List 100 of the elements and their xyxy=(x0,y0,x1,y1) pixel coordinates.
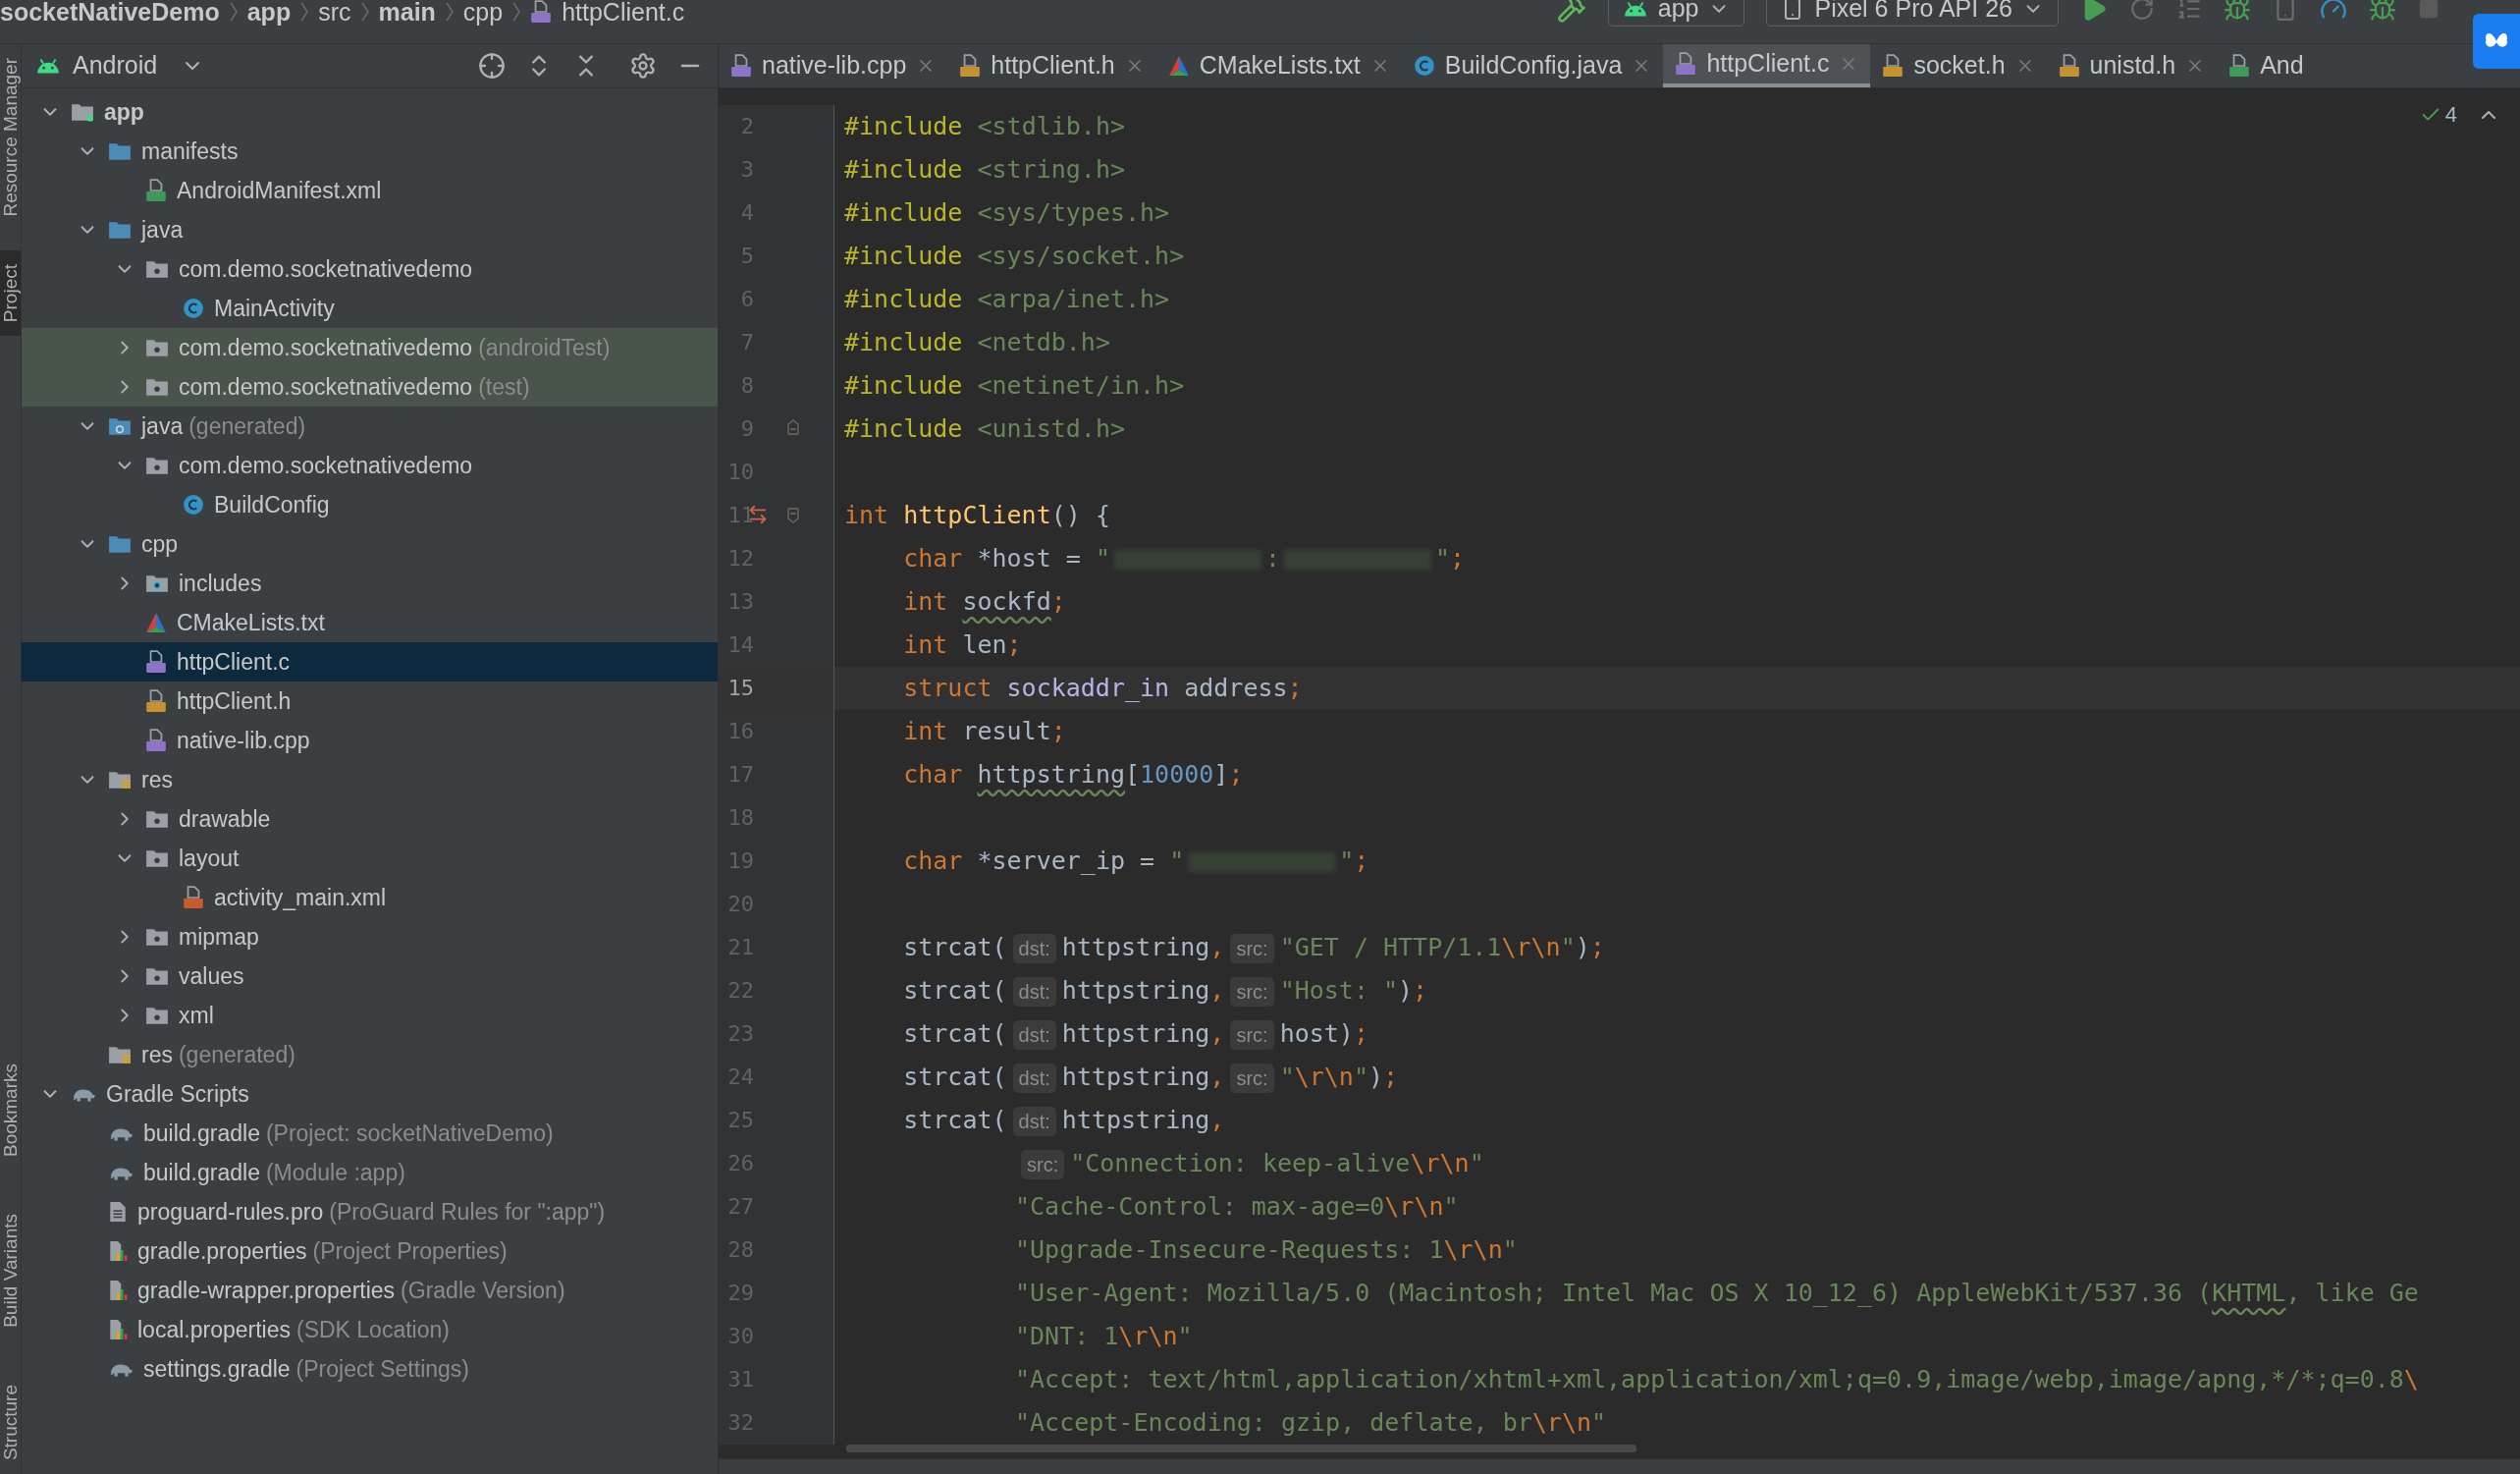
breadcrumb-item[interactable]: httpClient.c xyxy=(562,0,685,26)
tree-item[interactable]: com.demo.socketnativedemo (androidTest) xyxy=(22,328,718,367)
editor-tab[interactable]: httpClient.c xyxy=(1663,44,1871,87)
folder-icon xyxy=(145,338,169,357)
source-file-icon xyxy=(145,729,167,752)
tree-item[interactable]: local.properties (SDK Location) xyxy=(22,1310,718,1349)
tree-item[interactable]: CMakeLists.txt xyxy=(22,603,718,642)
tree-item[interactable]: BuildConfig xyxy=(22,485,718,524)
tree-item[interactable]: activity_main.xml xyxy=(22,878,718,917)
tree-item[interactable]: values xyxy=(22,956,718,996)
fold-marker-icon[interactable] xyxy=(787,507,799,524)
tree-item[interactable]: com.demo.socketnativedemo xyxy=(22,446,718,485)
code-line: strcat( dst: httpstring, src: "GET / HTTP/1.1\r\n"); xyxy=(902,932,1605,965)
class-icon xyxy=(183,494,204,516)
tree-item[interactable]: mipmap xyxy=(22,917,718,956)
code-line: #include <stdlib.h> xyxy=(843,111,1125,142)
tree-item[interactable]: MainActivity xyxy=(22,289,718,328)
source-file-icon xyxy=(530,0,553,24)
tree-label: java xyxy=(141,215,184,245)
breadcrumb-item[interactable]: cpp xyxy=(462,0,504,26)
tool-window-tab[interactable]: Resource Manager xyxy=(0,44,21,231)
parameter-hint: src: xyxy=(1021,1150,1065,1179)
build-icon[interactable] xyxy=(1556,0,1586,24)
tree-item[interactable]: AndroidManifest.xml xyxy=(22,171,718,210)
code-line: int httpClient() { xyxy=(843,500,1110,531)
properties-icon xyxy=(108,1280,128,1301)
tree-label: xml xyxy=(179,1001,214,1030)
editor-tab[interactable]: BuildConfig.java xyxy=(1401,44,1664,87)
tree-item[interactable]: java xyxy=(22,210,718,249)
tree-item[interactable]: java (generated) xyxy=(22,407,718,446)
parameter-hint: dst: xyxy=(1012,1064,1056,1093)
tree-item[interactable]: app xyxy=(22,92,718,132)
tree-item[interactable]: layout xyxy=(22,839,718,878)
fold-marker-icon[interactable] xyxy=(787,418,799,436)
breadcrumb-item[interactable]: app xyxy=(246,0,292,26)
code-line: strcat( dst: httpstring, xyxy=(902,1105,1225,1138)
parameter-hint: src: xyxy=(1230,934,1274,963)
breadcrumb-item[interactable]: main xyxy=(378,0,436,26)
tree-item[interactable]: build.gradle (Module :app) xyxy=(22,1153,718,1192)
tree-label: httpClient.c xyxy=(177,647,291,677)
tool-window-tab[interactable]: Bookmarks xyxy=(0,1050,21,1172)
source-file-icon xyxy=(145,650,167,674)
code-line: struct sockaddr_in address; xyxy=(902,673,1303,704)
horizontal-scrollbar[interactable] xyxy=(846,1445,1636,1453)
tree-item[interactable]: settings.gradle (Project Settings) xyxy=(22,1349,718,1389)
tree-item[interactable]: gradle-wrapper.properties (Gradle Version) xyxy=(22,1271,718,1310)
editor-tab[interactable]: socket.h xyxy=(1870,44,2047,87)
folder-icon xyxy=(145,927,169,947)
editor-tab[interactable]: native-lib.cpp xyxy=(719,44,948,87)
parameter-hint: src: xyxy=(1230,1064,1274,1093)
tree-label: cpp xyxy=(141,529,179,559)
locate-icon[interactable] xyxy=(478,52,506,80)
breadcrumb-item[interactable]: src xyxy=(318,0,351,26)
tree-item[interactable]: res xyxy=(22,760,718,799)
editor-tab[interactable]: httpClient.h xyxy=(947,44,1156,87)
attach-debugger-icon[interactable] xyxy=(2369,0,2396,23)
breadcrumb-item[interactable]: socketNativeDemo xyxy=(0,0,220,26)
tree-item[interactable]: cpp xyxy=(22,524,718,564)
floating-app-button[interactable] xyxy=(2473,14,2520,69)
tree-label: activity_main.xml xyxy=(214,883,387,912)
inspection-indicator[interactable]: 4 xyxy=(2419,98,2457,131)
tree-item[interactable]: Gradle Scripts xyxy=(22,1074,718,1114)
code-line: #include <netinet/in.h> xyxy=(843,370,1185,402)
editor-tab[interactable]: CMakeLists.txt xyxy=(1155,44,1402,87)
tree-item[interactable]: proguard-rules.pro (ProGuard Rules for ":app") xyxy=(22,1192,718,1231)
tree-item[interactable]: manifests xyxy=(22,132,718,171)
tree-label: AndroidManifest.xml xyxy=(177,176,382,205)
tool-window-tab[interactable]: Build Variants xyxy=(0,1200,21,1341)
device-dropdown[interactable]: Pixel 6 Pro API 26 xyxy=(1766,0,2059,27)
tree-label: drawable xyxy=(179,804,271,834)
tree-label: com.demo.socketnativedemo xyxy=(179,333,473,362)
tree-item[interactable]: com.demo.socketnativedemo xyxy=(22,249,718,289)
tree-item[interactable]: drawable xyxy=(22,799,718,839)
project-view-dropdown[interactable]: Android xyxy=(35,47,205,84)
tree-item[interactable]: httpClient.h xyxy=(22,682,718,721)
tree-item[interactable]: includes xyxy=(22,564,718,603)
tool-window-tab[interactable]: Structure xyxy=(0,1370,21,1474)
tree-label-note: (Module :app) xyxy=(265,1158,405,1187)
code-line: char *server_ip = " "; xyxy=(902,846,1369,877)
tree-item[interactable]: gradle.properties (Project Properties) xyxy=(22,1231,718,1271)
run-config-dropdown[interactable]: app xyxy=(1607,0,1745,27)
tree-label-note: (generated) xyxy=(178,1040,295,1069)
tree-item[interactable]: com.demo.socketnativedemo (test) xyxy=(22,367,718,407)
tree-item[interactable]: res (generated) xyxy=(22,1035,718,1074)
tree-item[interactable]: build.gradle (Project: socketNativeDemo) xyxy=(22,1114,718,1153)
tree-item[interactable]: xml xyxy=(22,996,718,1035)
folder-icon xyxy=(145,966,169,986)
editor-tab[interactable]: And xyxy=(2217,44,2316,87)
settings-icon[interactable] xyxy=(629,52,657,80)
tool-window-tab[interactable]: Project xyxy=(0,249,21,336)
tree-label-note: (SDK Location) xyxy=(295,1315,450,1344)
parameter-hint: dst: xyxy=(1012,934,1056,963)
editor-tab[interactable]: unistd.h xyxy=(2046,44,2218,87)
debug-icon[interactable] xyxy=(2224,0,2251,23)
source-file-icon xyxy=(145,689,167,713)
tree-label: settings.gradle xyxy=(143,1354,291,1384)
line-number: 15 xyxy=(726,675,754,702)
tree-item[interactable]: native-lib.cpp xyxy=(22,721,718,760)
tree-item[interactable]: httpClient.c xyxy=(22,642,718,682)
tree-label-note: (Gradle Version) xyxy=(401,1276,565,1305)
